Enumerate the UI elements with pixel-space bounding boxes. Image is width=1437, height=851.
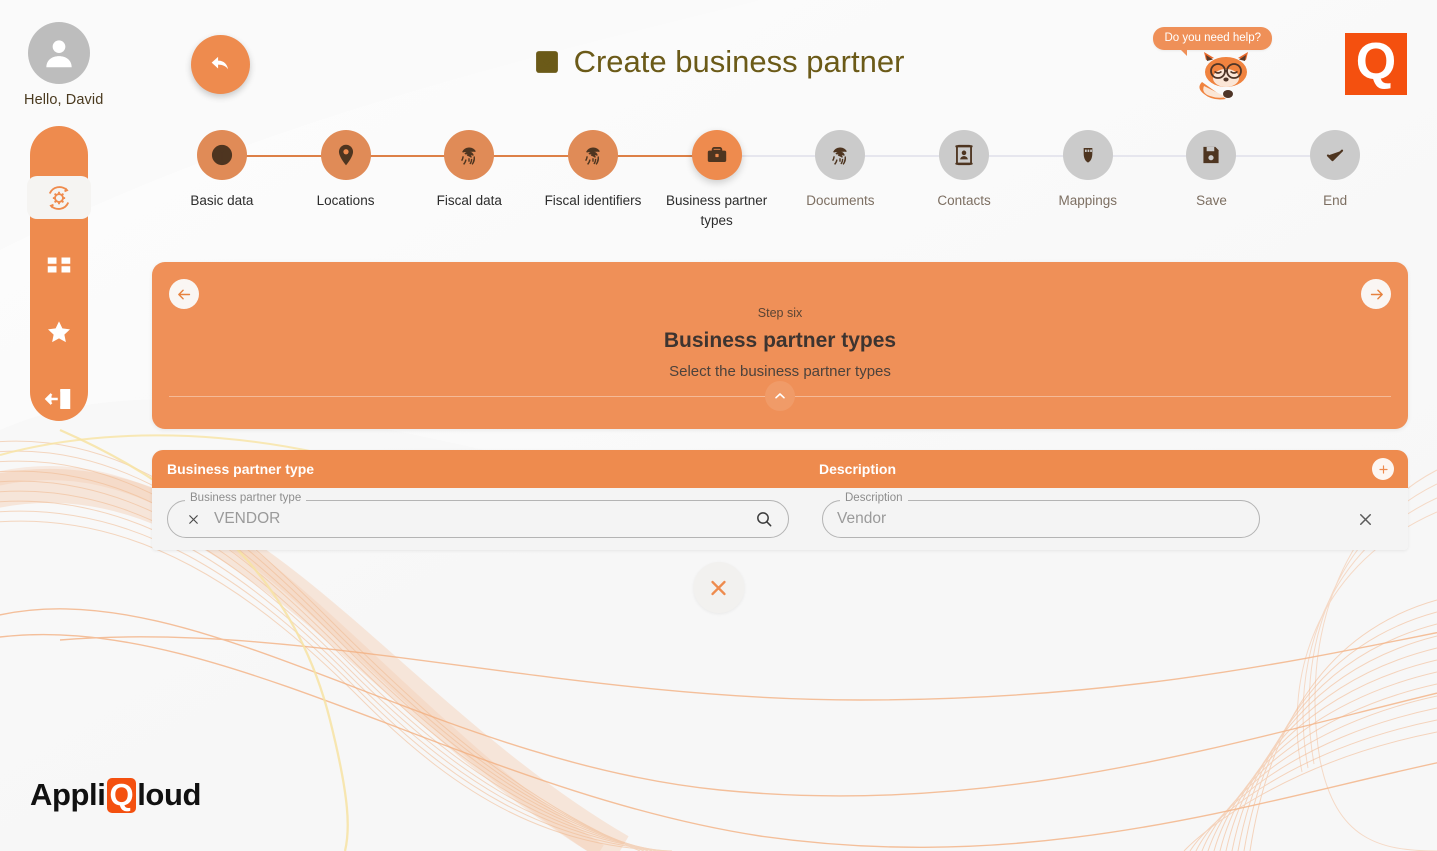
step-save[interactable]: Save: [1150, 130, 1336, 240]
person-icon: [46, 40, 72, 68]
step-circle[interactable]: [815, 130, 866, 180]
mappings-icon: [1083, 147, 1093, 163]
delete-row-button[interactable]: [1352, 506, 1378, 532]
plus-icon: [1378, 464, 1388, 474]
step-contacts[interactable]: Contacts: [902, 130, 1088, 240]
clear-type-icon[interactable]: [182, 508, 204, 530]
star-icon: [48, 321, 70, 343]
banner-prev-button[interactable]: [169, 279, 199, 309]
sidebar-rail: [27, 126, 91, 421]
banner-collapse-button[interactable]: [765, 381, 795, 411]
table-header: Business partner type Description: [152, 450, 1408, 488]
step-locations[interactable]: Locations: [284, 130, 470, 240]
field-legend: Description: [840, 492, 908, 505]
logo-q-badge: Q: [106, 777, 137, 813]
step-label: Basic data: [190, 193, 254, 208]
step-fiscal-identifiers[interactable]: Fiscal identifiers: [531, 130, 717, 240]
sidebar-item-logout[interactable]: [30, 378, 88, 421]
step-circle[interactable]: [320, 130, 371, 180]
business-partner-type-value: VENDOR: [214, 510, 281, 527]
contact-card-icon: [955, 144, 973, 166]
step-label: Contacts: [937, 193, 991, 208]
step-circle[interactable]: [196, 130, 247, 180]
sidebar-item-favorites[interactable]: [30, 311, 88, 354]
stepper: Basic data Locations Fiscal data Fiscal …: [160, 130, 1397, 240]
user-profile: Hello, David: [24, 22, 104, 108]
step-label: Locations: [316, 193, 375, 208]
inbox-download-icon: [533, 48, 561, 76]
appliqloud-logo: Appli Qloud: [30, 777, 201, 813]
step-basic-data[interactable]: Basic data: [160, 130, 346, 240]
close-icon: [1359, 513, 1371, 525]
banner-next-button[interactable]: [1361, 279, 1391, 309]
step-label: Fiscal identifiers: [544, 193, 642, 208]
step-circle[interactable]: [567, 130, 618, 180]
close-icon: [711, 580, 726, 595]
logo-text-part2: loud: [137, 777, 202, 812]
description-value: Vendor: [837, 510, 887, 527]
briefcase-icon: [707, 147, 726, 163]
step-business-partner-types[interactable]: Business partner types: [655, 130, 841, 240]
business-partner-type-field[interactable]: Business partner type VENDOR: [167, 492, 789, 538]
sidebar-item-dashboard[interactable]: [30, 243, 88, 286]
logout-icon: [44, 389, 71, 410]
step-circle[interactable]: [444, 130, 495, 180]
step-label: Fiscal data: [436, 193, 502, 208]
add-row-button[interactable]: [1372, 458, 1394, 480]
arrow-right-icon: [1370, 289, 1383, 299]
description-field[interactable]: Description Vendor: [822, 492, 1260, 538]
banner-content: Step six Business partner types Select t…: [152, 262, 1408, 380]
brand-letter: Q: [1355, 33, 1397, 91]
field-legend: Business partner type: [185, 492, 307, 505]
floppy-disk-icon: [1203, 146, 1220, 164]
business-partner-types-table: Business partner type Description Busine…: [152, 450, 1408, 550]
location-pin-icon: [338, 144, 353, 166]
step-circle[interactable]: [1310, 130, 1361, 180]
table-row: Business partner type VENDOR Description…: [152, 488, 1408, 550]
fox-assistant-icon[interactable]: [1190, 50, 1262, 104]
greeting-text: Hello, David: [24, 92, 104, 108]
sidebar-item-settings-sync[interactable]: [27, 176, 91, 220]
banner-subtitle: Select the business partner types: [669, 363, 891, 380]
step-mappings[interactable]: Mappings: [1026, 130, 1212, 240]
back-button[interactable]: [191, 35, 250, 94]
step-circle[interactable]: [691, 130, 742, 180]
step-circle[interactable]: [1186, 130, 1237, 180]
fingerprint-icon: [585, 147, 600, 165]
info-icon: [211, 144, 232, 166]
step-circle[interactable]: [1062, 130, 1113, 180]
gear-sync-icon: [48, 185, 70, 210]
step-end[interactable]: End: [1273, 130, 1397, 240]
logo-text-part1: Appli: [30, 777, 106, 812]
step-label: Save: [1196, 193, 1227, 208]
column-header-type: Business partner type: [167, 461, 315, 477]
search-icon[interactable]: [754, 509, 774, 529]
banner-title: Business partner types: [663, 329, 897, 352]
step-label: End: [1323, 193, 1348, 208]
fingerprint-icon: [461, 147, 477, 165]
step-documents[interactable]: Documents: [779, 130, 965, 240]
check-icon: [1327, 149, 1344, 162]
step-fiscal-data[interactable]: Fiscal data: [407, 130, 593, 240]
help-bubble[interactable]: Do you need help?: [1153, 27, 1272, 56]
dashboard-icon: [47, 257, 71, 273]
page-title-text: Create business partner: [573, 44, 905, 79]
step-label: Business partner types: [666, 193, 768, 228]
avatar[interactable]: [28, 22, 90, 84]
app-root: Hello, David Create business partner Do …: [0, 0, 1437, 851]
brand-logo: Q: [1345, 33, 1407, 95]
close-icon: [188, 514, 198, 524]
step-label: Mappings: [1058, 193, 1118, 208]
arrow-left-icon: [177, 289, 190, 299]
step-banner: Step six Business partner types Select t…: [152, 262, 1408, 429]
step-label: Documents: [806, 193, 875, 208]
chevron-up-icon: [775, 393, 785, 399]
close-section-button[interactable]: [693, 562, 744, 613]
banner-step-label: Step six: [757, 306, 803, 320]
step-circle[interactable]: [939, 130, 990, 180]
undo-icon: [211, 56, 228, 69]
column-header-description: Description: [819, 461, 897, 477]
fingerprint-icon: [832, 147, 848, 165]
